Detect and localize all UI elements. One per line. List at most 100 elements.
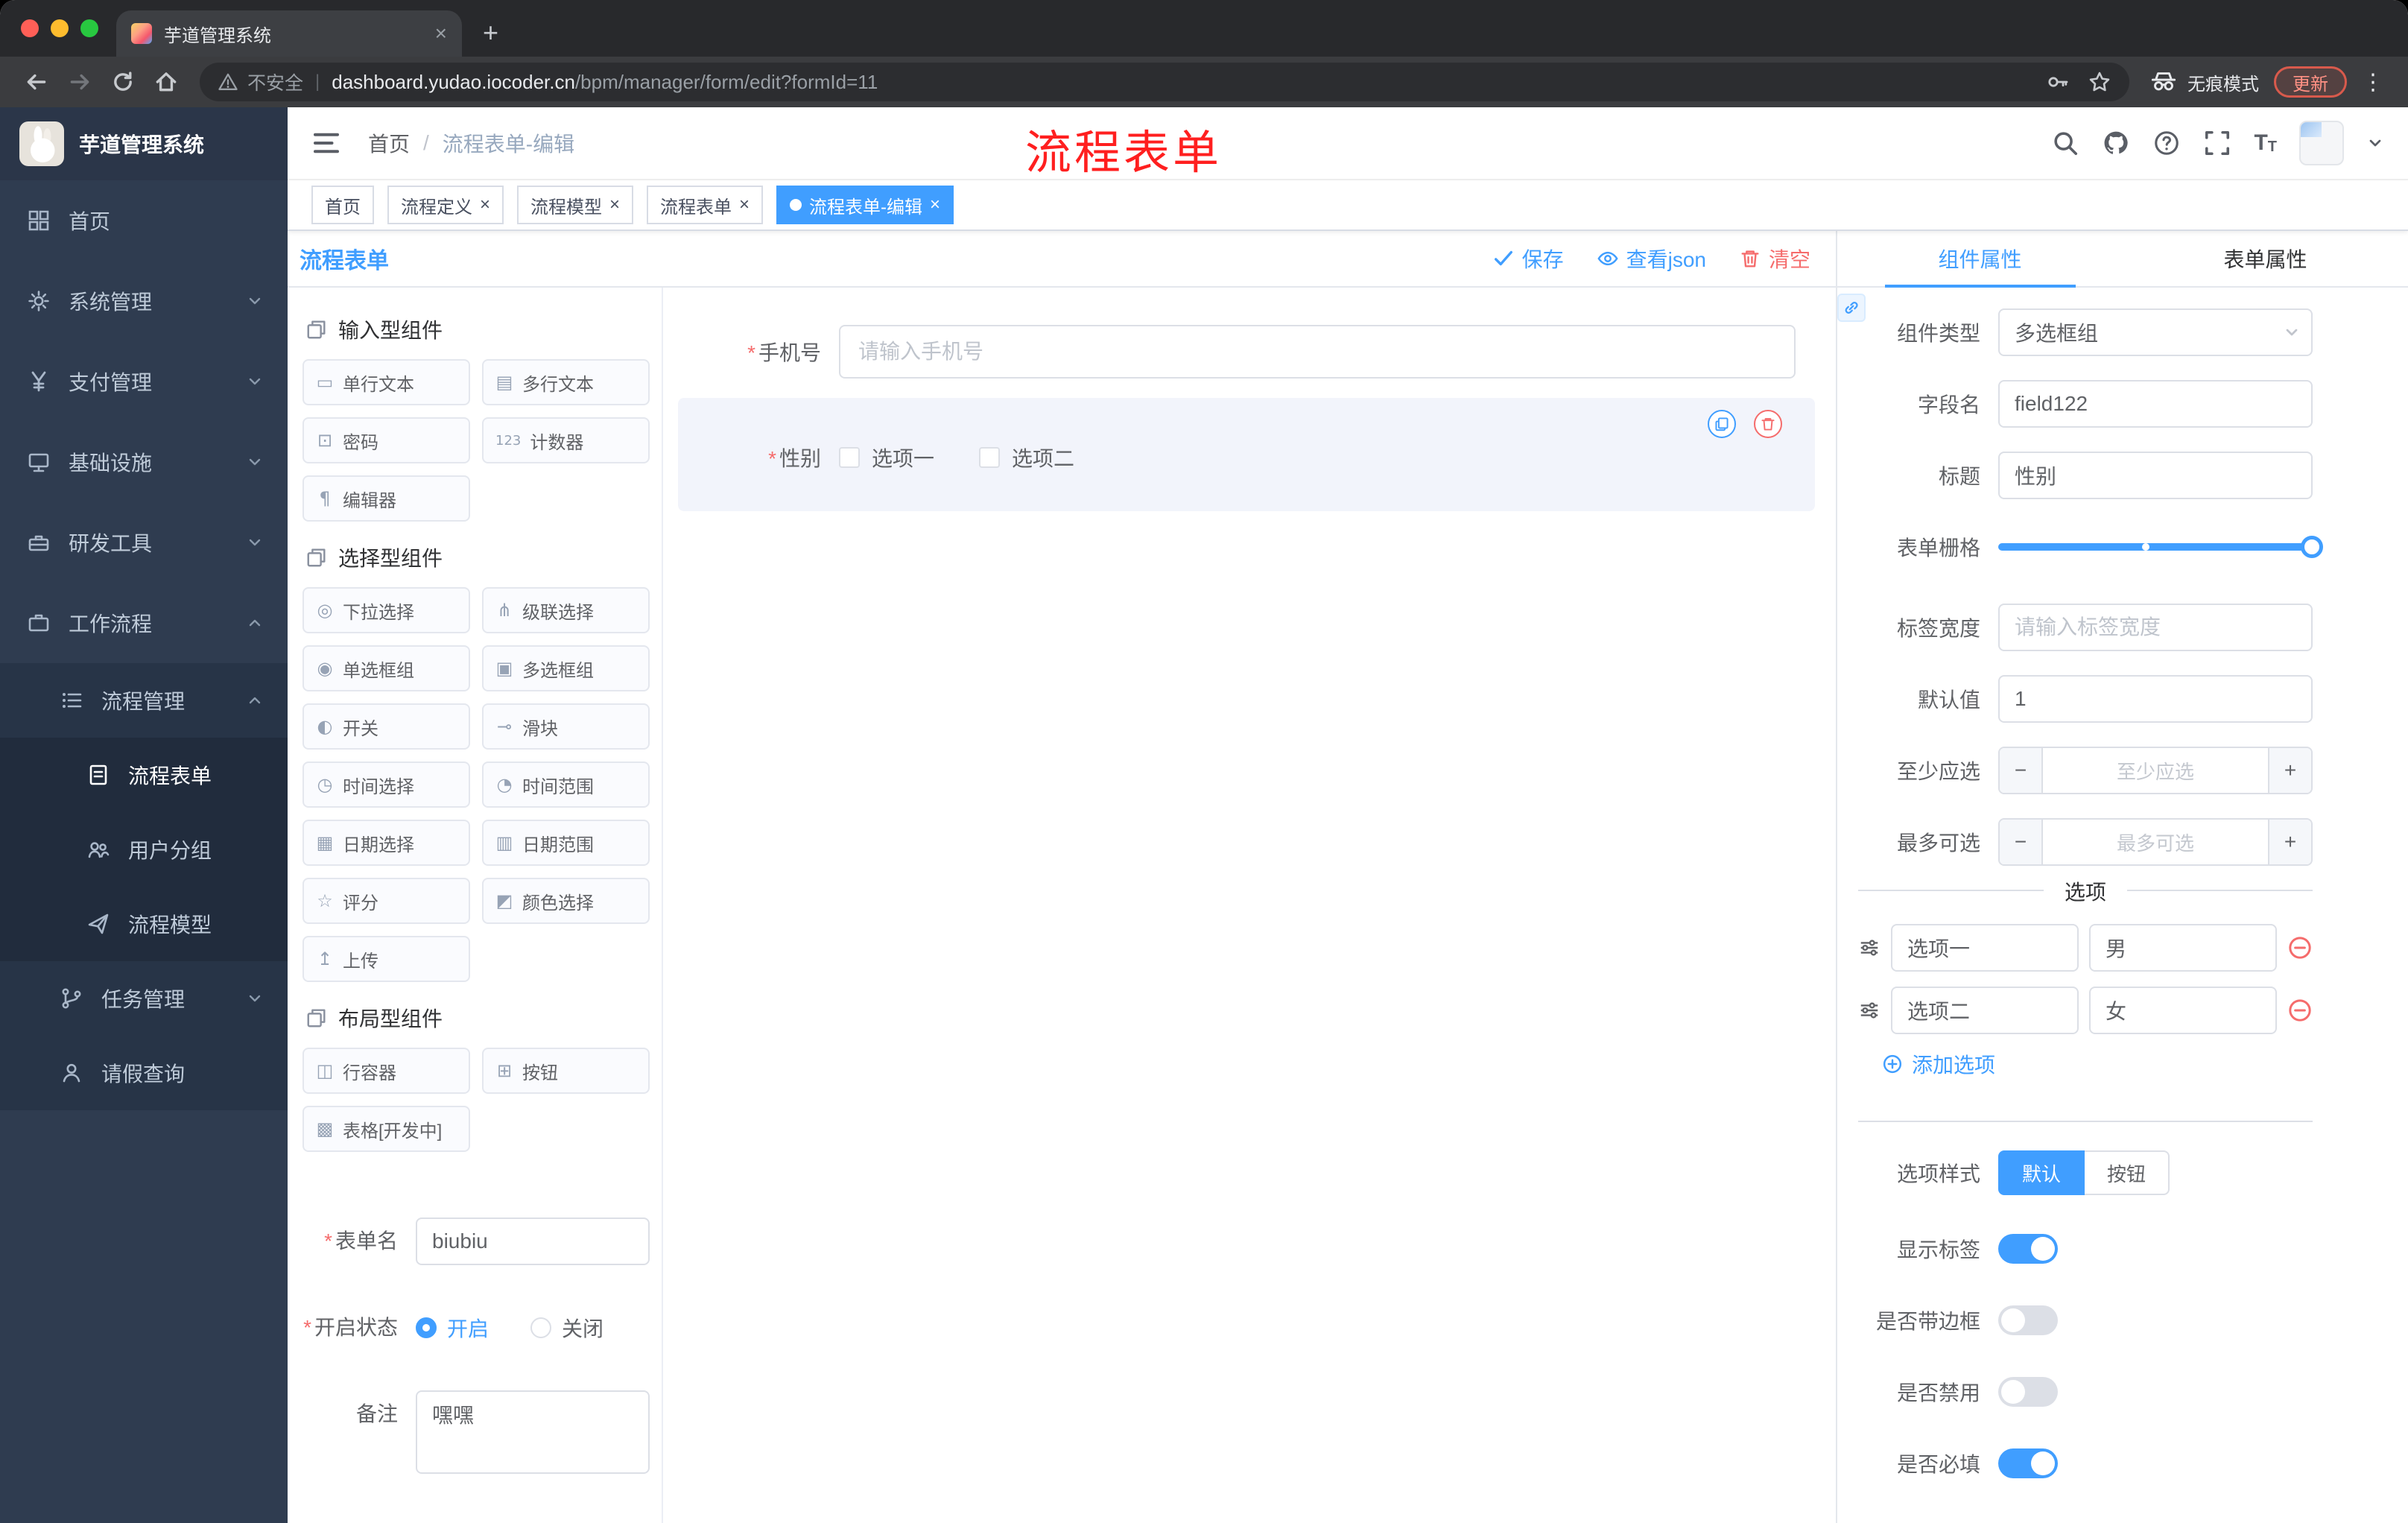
url-field[interactable]: 不安全 | dashboard.yudao.iocoder.cn/bpm/man… bbox=[200, 63, 2129, 101]
browser-update-button[interactable]: 更新 bbox=[2274, 66, 2347, 98]
status-off-radio[interactable]: 关闭 bbox=[530, 1313, 603, 1343]
tag-process-form[interactable]: 流程表单 × bbox=[647, 186, 764, 224]
tab-close-icon[interactable]: × bbox=[435, 23, 447, 44]
form-remark-textarea[interactable]: 嘿嘿 bbox=[416, 1390, 650, 1474]
sidebar-item-process-management[interactable]: 流程管理 bbox=[0, 663, 288, 738]
sidebar-item-devtools[interactable]: 研发工具 bbox=[0, 502, 288, 583]
label-width-input[interactable] bbox=[1998, 604, 2313, 651]
avatar-caret-icon[interactable] bbox=[2366, 134, 2384, 152]
sidebar-item-process-model[interactable]: 流程模型 bbox=[0, 887, 288, 961]
canvas-field-phone[interactable]: * 手机号 bbox=[678, 325, 1796, 379]
component-chip-slider[interactable]: ⊸ 滑块 bbox=[482, 703, 650, 750]
show-label-toggle[interactable] bbox=[1998, 1234, 2058, 1264]
status-on-radio[interactable]: 开启 bbox=[416, 1313, 489, 1343]
component-chip-button[interactable]: ⊞ 按钮 bbox=[482, 1048, 650, 1094]
component-chip-counter[interactable]: 123 计数器 bbox=[482, 417, 650, 463]
hamburger-icon[interactable] bbox=[311, 128, 341, 158]
component-chip-upload[interactable]: ↥ 上传 bbox=[302, 936, 470, 982]
slider-handle[interactable] bbox=[2301, 536, 2323, 558]
component-chip-time-range[interactable]: ◔ 时间范围 bbox=[482, 762, 650, 808]
component-chip-switch[interactable]: ◐ 开关 bbox=[302, 703, 470, 750]
tab-form-properties[interactable]: 表单属性 bbox=[2123, 231, 2408, 286]
remove-option-icon[interactable] bbox=[2287, 998, 2313, 1023]
phone-input[interactable] bbox=[839, 325, 1796, 379]
bookmark-star-icon[interactable] bbox=[2088, 70, 2111, 94]
tag-process-definition[interactable]: 流程定义 × bbox=[387, 186, 504, 224]
new-tab-button[interactable]: + bbox=[483, 19, 498, 46]
component-chip-checkbox-group[interactable]: ▣ 多选框组 bbox=[482, 645, 650, 691]
home-icon[interactable] bbox=[153, 69, 179, 95]
option-2-value-input[interactable] bbox=[2089, 987, 2277, 1034]
default-value-input[interactable] bbox=[1998, 675, 2313, 723]
tag-process-form-edit[interactable]: 流程表单-编辑 × bbox=[776, 186, 954, 224]
disabled-toggle[interactable] bbox=[1998, 1377, 2058, 1407]
component-chip-row-container[interactable]: ◫ 行容器 bbox=[302, 1048, 470, 1094]
increase-button[interactable]: + bbox=[2268, 748, 2311, 793]
add-option-button[interactable]: 添加选项 bbox=[1882, 1049, 2313, 1079]
gender-option-2-checkbox[interactable]: 选项二 bbox=[979, 443, 1074, 472]
font-size-icon[interactable]: TT bbox=[2254, 132, 2277, 155]
github-icon[interactable] bbox=[2102, 129, 2130, 157]
min-select-value[interactable]: 至少应选 bbox=[2043, 748, 2268, 793]
component-chip-date-picker[interactable]: ▦ 日期选择 bbox=[302, 820, 470, 866]
field-name-input[interactable] bbox=[1998, 380, 2313, 428]
sidebar-item-home[interactable]: 首页 bbox=[0, 180, 288, 261]
component-chip-single-line-text[interactable]: ▭ 单行文本 bbox=[302, 359, 470, 405]
sidebar-item-process-form[interactable]: 流程表单 bbox=[0, 738, 288, 812]
remove-option-icon[interactable] bbox=[2287, 935, 2313, 960]
component-chip-editor[interactable]: ¶ 编辑器 bbox=[302, 475, 470, 522]
gender-option-1-checkbox[interactable]: 选项一 bbox=[839, 443, 934, 472]
sidebar-item-infrastructure[interactable]: 基础设施 bbox=[0, 422, 288, 502]
option-2-label-input[interactable] bbox=[1891, 987, 2079, 1034]
decrease-button[interactable]: − bbox=[2000, 748, 2043, 793]
sidebar-item-user-groups[interactable]: 用户分组 bbox=[0, 812, 288, 887]
component-chip-color-picker[interactable]: ◩ 颜色选择 bbox=[482, 878, 650, 924]
tag-close-icon[interactable]: × bbox=[739, 196, 750, 214]
link-field-button[interactable] bbox=[1837, 294, 1866, 322]
delete-field-button[interactable] bbox=[1754, 410, 1782, 438]
title-input[interactable] bbox=[1998, 452, 2313, 499]
drag-handle-icon[interactable] bbox=[1858, 999, 1881, 1022]
tag-close-icon[interactable]: × bbox=[609, 196, 620, 214]
option-1-value-input[interactable] bbox=[2089, 924, 2277, 972]
tag-close-icon[interactable]: × bbox=[930, 196, 940, 214]
sidebar-item-workflow[interactable]: 工作流程 bbox=[0, 583, 288, 663]
form-grid-slider[interactable] bbox=[1998, 523, 2323, 571]
save-button[interactable]: 保存 bbox=[1492, 244, 1564, 273]
tag-home[interactable]: 首页 bbox=[311, 186, 374, 224]
canvas-field-gender-selected[interactable]: * 性别 选项一 选项二 bbox=[678, 398, 1815, 511]
sidebar-item-payment[interactable]: 支付管理 bbox=[0, 341, 288, 422]
search-icon[interactable] bbox=[2051, 129, 2079, 157]
tag-process-model[interactable]: 流程模型 × bbox=[517, 186, 634, 224]
drag-handle-icon[interactable] bbox=[1858, 937, 1881, 959]
slider-rail[interactable] bbox=[1998, 536, 2323, 558]
style-button-button[interactable]: 按钮 bbox=[2085, 1150, 2170, 1195]
browser-menu-icon[interactable]: ⋮ bbox=[2362, 69, 2384, 95]
password-key-icon[interactable] bbox=[2046, 70, 2070, 94]
close-window-button[interactable] bbox=[21, 19, 39, 37]
component-chip-dropdown-select[interactable]: ◎ 下拉选择 bbox=[302, 587, 470, 633]
security-warning-icon[interactable] bbox=[218, 72, 238, 92]
tab-component-properties[interactable]: 组件属性 bbox=[1837, 231, 2123, 286]
component-chip-time-picker[interactable]: ◷ 时间选择 bbox=[302, 762, 470, 808]
component-type-select[interactable]: 多选框组 bbox=[1998, 308, 2313, 356]
max-select-value[interactable]: 最多可选 bbox=[2043, 820, 2268, 864]
component-chip-date-range[interactable]: ▥ 日期范围 bbox=[482, 820, 650, 866]
component-chip-password[interactable]: ⊡ 密码 bbox=[302, 417, 470, 463]
component-chip-rate[interactable]: ☆ 评分 bbox=[302, 878, 470, 924]
component-chip-cascader[interactable]: ⋔ 级联选择 bbox=[482, 587, 650, 633]
minimize-window-button[interactable] bbox=[51, 19, 69, 37]
copy-field-button[interactable] bbox=[1708, 410, 1736, 438]
tag-close-icon[interactable]: × bbox=[480, 196, 490, 214]
view-json-button[interactable]: 查看json bbox=[1597, 244, 1706, 273]
back-icon[interactable] bbox=[24, 69, 49, 95]
breadcrumb-home[interactable]: 首页 bbox=[368, 128, 410, 158]
component-chip-table[interactable]: ▩ 表格[开发中] bbox=[302, 1106, 470, 1152]
required-toggle[interactable] bbox=[1998, 1448, 2058, 1478]
sidebar-item-leave-query[interactable]: 请假查询 bbox=[0, 1036, 288, 1110]
increase-button[interactable]: + bbox=[2268, 820, 2311, 864]
component-chip-multiline-text[interactable]: ▤ 多行文本 bbox=[482, 359, 650, 405]
sidebar-item-task-management[interactable]: 任务管理 bbox=[0, 961, 288, 1036]
reload-icon[interactable] bbox=[110, 69, 136, 95]
form-name-input[interactable] bbox=[416, 1218, 650, 1265]
